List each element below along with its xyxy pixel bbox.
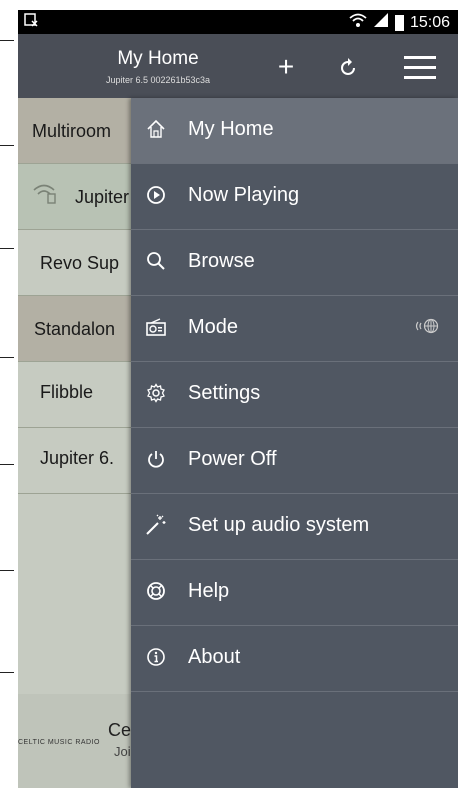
play-circle-icon bbox=[143, 182, 169, 208]
home-icon bbox=[143, 116, 169, 142]
left-margin bbox=[0, 0, 18, 788]
phone-screen: 15:06 My Home Jupiter 6.5 002261b53c3a +… bbox=[18, 10, 458, 788]
drawer-item-browse[interactable]: Browse bbox=[131, 230, 458, 296]
drawer-item-label: Mode bbox=[188, 316, 239, 338]
add-button[interactable]: + bbox=[268, 50, 304, 86]
list-item-label: Multiroom bbox=[32, 121, 112, 141]
app-bar: My Home Jupiter 6.5 002261b53c3a + bbox=[18, 34, 458, 98]
drawer-item-label: Set up audio system bbox=[188, 514, 370, 536]
drawer-item-label: Help bbox=[188, 580, 230, 602]
refresh-button[interactable] bbox=[330, 50, 366, 86]
page-title[interactable]: My Home bbox=[58, 48, 258, 70]
margin-tick bbox=[0, 570, 14, 571]
station-logo: CELTIC MUSIC RADIO bbox=[18, 739, 100, 746]
list-item-label: Revo Sup bbox=[40, 253, 120, 273]
refresh-icon bbox=[341, 58, 355, 75]
margin-tick bbox=[0, 464, 14, 465]
list-item-label: Standalon bbox=[34, 319, 116, 339]
drawer-item-label: Settings bbox=[188, 382, 261, 404]
margin-tick bbox=[0, 357, 14, 358]
drawer-item-now-playing[interactable]: Now Playing bbox=[131, 164, 458, 230]
margin-tick bbox=[0, 40, 14, 41]
info-icon bbox=[143, 644, 169, 670]
drawer-item-mode[interactable]: Mode bbox=[131, 296, 458, 362]
navigation-drawer: My Home Now Playing Browse Mode Settings… bbox=[131, 98, 458, 788]
notification-icon bbox=[24, 13, 38, 30]
drawer-item-setup-audio[interactable]: Set up audio system bbox=[131, 494, 458, 560]
gear-icon bbox=[143, 380, 169, 406]
drawer-item-label: Browse bbox=[188, 250, 255, 272]
drawer-item-label: Power Off bbox=[188, 448, 277, 470]
menu-button[interactable] bbox=[402, 50, 438, 86]
lifebuoy-icon bbox=[143, 578, 169, 604]
wifi-icon bbox=[349, 12, 367, 33]
drawer-item-settings[interactable]: Settings bbox=[131, 362, 458, 428]
internet-radio-icon bbox=[414, 318, 440, 339]
power-icon bbox=[143, 446, 169, 472]
margin-tick bbox=[0, 248, 14, 249]
search-icon bbox=[143, 248, 169, 274]
status-bar: 15:06 bbox=[18, 10, 458, 34]
hamburger-menu-icon bbox=[404, 56, 436, 79]
drawer-item-label: My Home bbox=[188, 118, 274, 140]
speaker-wifi-icon bbox=[32, 165, 62, 231]
magic-wand-icon bbox=[143, 512, 169, 538]
drawer-item-label: About bbox=[188, 646, 241, 668]
now-playing-subtitle: Joi bbox=[114, 744, 131, 759]
drawer-item-about[interactable]: About bbox=[131, 626, 458, 692]
now-playing-title: Ce bbox=[108, 720, 132, 740]
drawer-item-help[interactable]: Help bbox=[131, 560, 458, 626]
plus-icon: + bbox=[277, 51, 295, 82]
battery-icon bbox=[394, 14, 404, 31]
list-item-label: Jupiter bbox=[75, 187, 130, 207]
drawer-item-label: Now Playing bbox=[188, 184, 300, 206]
device-subtitle: Jupiter 6.5 002261b53c3a bbox=[105, 75, 211, 85]
drawer-item-my-home[interactable]: My Home bbox=[131, 98, 458, 164]
status-time: 15:06 bbox=[409, 13, 450, 31]
list-item-label: Flibble bbox=[40, 382, 94, 402]
radio-icon bbox=[143, 314, 169, 340]
margin-tick bbox=[0, 672, 14, 673]
list-item-label: Jupiter 6. bbox=[40, 448, 115, 468]
drawer-item-power-off[interactable]: Power Off bbox=[131, 428, 458, 494]
margin-tick bbox=[0, 145, 14, 146]
signal-icon bbox=[373, 12, 389, 33]
